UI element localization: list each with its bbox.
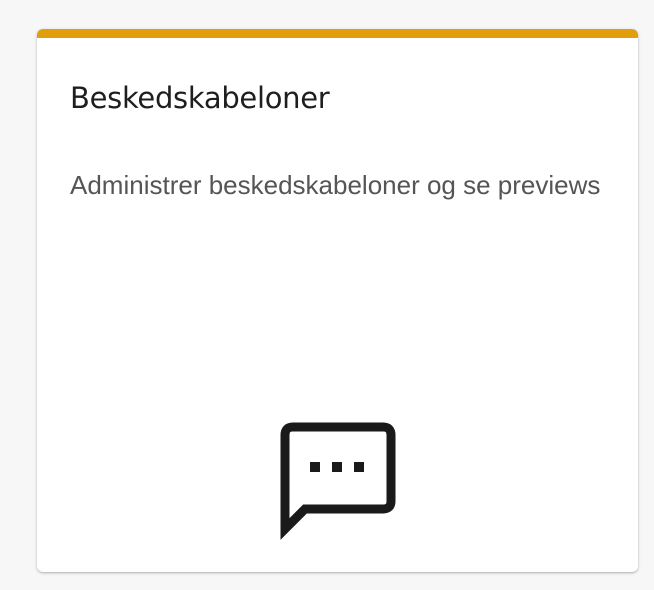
- message-templates-card[interactable]: Beskedskabeloner Administrer beskedskabe…: [37, 29, 638, 572]
- sms-message-icon: [277, 419, 399, 541]
- card-accent-bar: [37, 29, 638, 38]
- card-description: Administrer beskedskabeloner og se previ…: [70, 170, 601, 200]
- card-title: Beskedskabeloner: [70, 81, 330, 115]
